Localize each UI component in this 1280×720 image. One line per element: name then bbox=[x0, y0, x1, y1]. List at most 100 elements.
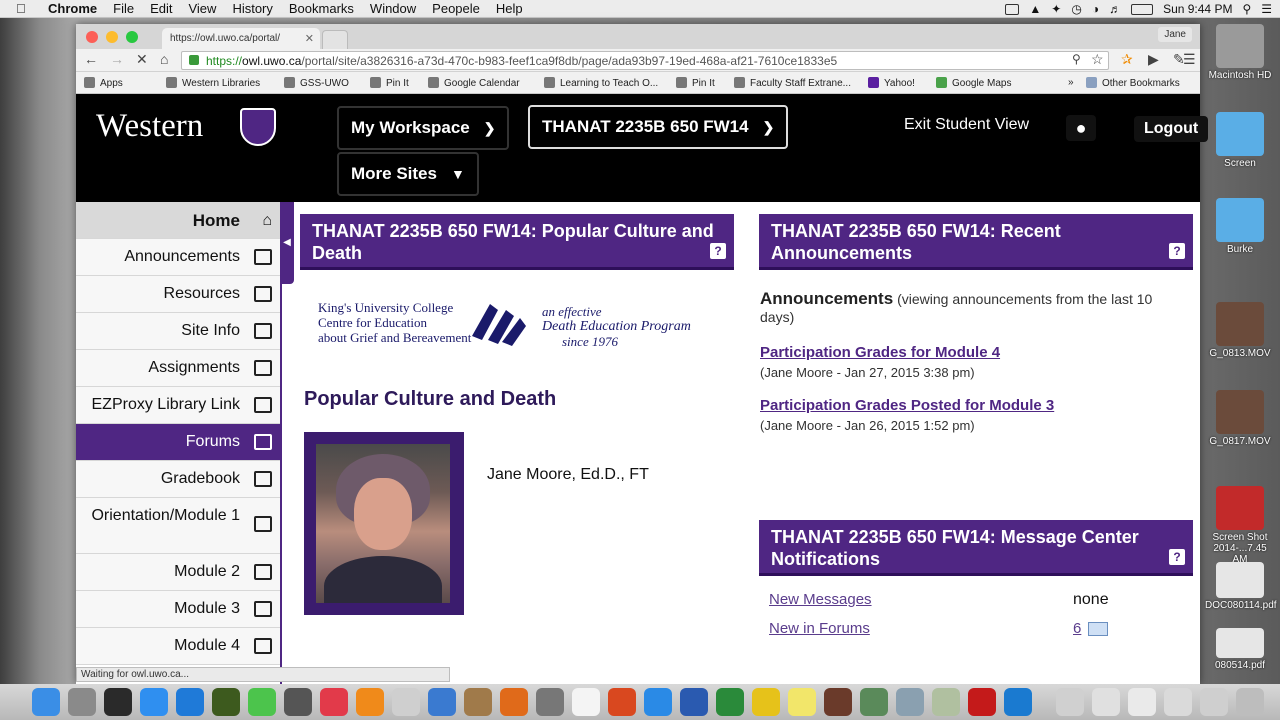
finder-icon[interactable] bbox=[32, 688, 60, 716]
mission-control-icon[interactable] bbox=[104, 688, 132, 716]
bookmark-faculty-staff[interactable]: Faculty Staff Extrane... bbox=[734, 77, 851, 89]
document-stack-icon[interactable] bbox=[1128, 688, 1156, 716]
app-store-icon[interactable] bbox=[140, 688, 168, 716]
western-logo[interactable]: Western bbox=[96, 108, 203, 145]
apple-icon[interactable]:  bbox=[16, 1, 34, 16]
bookmarks-overflow[interactable]: » bbox=[1068, 77, 1074, 88]
search-icon[interactable]: ⚲ bbox=[1072, 52, 1081, 66]
current-site-button[interactable]: THANAT 2235B 650 FW14 ❯ bbox=[528, 105, 789, 149]
menu-help[interactable]: Help bbox=[496, 1, 523, 16]
menu-bookmarks[interactable]: Bookmarks bbox=[289, 1, 354, 16]
menu-view[interactable]: View bbox=[188, 1, 216, 16]
bookmark-other[interactable]: Other Bookmarks bbox=[1086, 77, 1180, 89]
sidebar-item-module-2[interactable]: Module 2 bbox=[76, 554, 280, 591]
display-icon[interactable] bbox=[1005, 3, 1020, 15]
menu-app[interactable]: Chrome bbox=[48, 1, 97, 16]
new-in-forums-link[interactable]: New in Forums bbox=[769, 620, 870, 637]
calendar-icon[interactable] bbox=[572, 688, 600, 716]
sidebar-item-assignments[interactable]: Assignments bbox=[76, 350, 280, 387]
desktop-icon-screenshot[interactable]: Screen Shot 2014-...7.45 AM bbox=[1205, 486, 1275, 565]
logout-button[interactable]: Logout bbox=[1134, 116, 1209, 142]
system-preferences-icon[interactable] bbox=[536, 688, 564, 716]
help-icon[interactable]: ? bbox=[1169, 243, 1185, 259]
desktop-icon-mov1[interactable]: G_0813.MOV bbox=[1205, 302, 1275, 359]
bluetooth-icon[interactable]: ✦ bbox=[1051, 2, 1061, 16]
announcement-link[interactable]: Participation Grades for Module 4 bbox=[760, 344, 1000, 361]
acrobat-icon[interactable] bbox=[968, 688, 996, 716]
sidebar-item-module-4[interactable]: Module 4 bbox=[76, 628, 280, 665]
bookmark-learning-to-teach[interactable]: Learning to Teach O... bbox=[544, 77, 658, 89]
clock[interactable]: Sun 9:44 PM bbox=[1163, 2, 1232, 16]
menu-window[interactable]: Window bbox=[370, 1, 416, 16]
forward-icon[interactable]: → bbox=[110, 51, 124, 67]
menu-edit[interactable]: Edit bbox=[150, 1, 172, 16]
back-icon[interactable]: ← bbox=[84, 51, 98, 67]
sidebar-item-module-3[interactable]: Module 3 bbox=[76, 591, 280, 628]
collapse-sidebar-button[interactable]: ◀ bbox=[280, 202, 294, 284]
bookmark-google-maps[interactable]: Google Maps bbox=[936, 77, 1011, 89]
timemachine-icon[interactable]: ◷ bbox=[1071, 2, 1081, 16]
help-icon[interactable]: ? bbox=[1169, 549, 1185, 565]
sidebar-item-orientation[interactable]: Orientation/Module 1 bbox=[76, 498, 280, 554]
preview-icon[interactable] bbox=[392, 688, 420, 716]
rss-icon[interactable]: ✰ bbox=[1121, 51, 1133, 68]
notification-center-icon[interactable]: ☰ bbox=[1261, 2, 1272, 16]
bookmark-pin-it-2[interactable]: Pin It bbox=[676, 77, 715, 89]
document-stack-icon[interactable] bbox=[1164, 688, 1192, 716]
launchpad-icon[interactable] bbox=[68, 688, 96, 716]
itunes-icon[interactable] bbox=[320, 688, 348, 716]
address-bar[interactable]: https://owl.uwo.ca/portal/site/a3826316-… bbox=[181, 51, 1109, 70]
bookmark-pin-it[interactable]: Pin It bbox=[370, 77, 409, 89]
stop-icon[interactable]: ✕ bbox=[136, 51, 148, 68]
sidebar-item-home[interactable]: Home ⌂ bbox=[76, 202, 280, 239]
bell-icon[interactable]: ▲ bbox=[1029, 2, 1041, 16]
exit-student-view-link[interactable]: Exit Student View bbox=[904, 116, 1029, 134]
ibooks-icon[interactable] bbox=[356, 688, 384, 716]
announcement-link[interactable]: Participation Grades Posted for Module 3 bbox=[760, 397, 1054, 414]
trash-icon[interactable] bbox=[1236, 688, 1264, 716]
messages-icon[interactable] bbox=[248, 688, 276, 716]
keynote-icon[interactable] bbox=[428, 688, 456, 716]
image-capture-icon[interactable] bbox=[896, 688, 924, 716]
excel-icon[interactable] bbox=[716, 688, 744, 716]
bookmark-gss-uwo[interactable]: GSS-UWO bbox=[284, 77, 349, 89]
home-icon[interactable]: ⌂ bbox=[160, 51, 168, 67]
sidebar-item-ezproxy[interactable]: EZProxy Library Link bbox=[76, 387, 280, 424]
desktop-icon-burke[interactable]: Burke bbox=[1205, 198, 1275, 255]
desktop-icon-mov2[interactable]: G_0817.MOV bbox=[1205, 390, 1275, 447]
profile-button[interactable]: Jane bbox=[1158, 27, 1192, 42]
firefox-icon[interactable] bbox=[500, 688, 528, 716]
iphoto-icon[interactable] bbox=[860, 688, 888, 716]
close-window-icon[interactable] bbox=[86, 31, 98, 43]
zoom-window-icon[interactable] bbox=[126, 31, 138, 43]
sidebar-item-forums[interactable]: Forums bbox=[76, 424, 280, 461]
battery-icon[interactable] bbox=[1131, 3, 1154, 15]
bookmark-western-libraries[interactable]: Western Libraries bbox=[166, 77, 260, 89]
minimize-window-icon[interactable] bbox=[106, 31, 118, 43]
new-messages-link[interactable]: New Messages bbox=[769, 591, 872, 608]
sidebar-item-resources[interactable]: Resources bbox=[76, 276, 280, 313]
chrome-icon[interactable] bbox=[752, 688, 780, 716]
new-tab-button[interactable] bbox=[322, 30, 348, 49]
volume-icon[interactable]: ♬ bbox=[1109, 2, 1121, 16]
safari-icon[interactable] bbox=[176, 688, 204, 716]
photo-booth-icon[interactable] bbox=[824, 688, 852, 716]
new-in-forums-count[interactable]: 6 bbox=[1073, 620, 1081, 637]
envelope-icon[interactable] bbox=[1088, 622, 1108, 636]
sidebar-item-gradebook[interactable]: Gradebook bbox=[76, 461, 280, 498]
more-sites-button[interactable]: More Sites ▼ bbox=[337, 152, 479, 196]
tab-owl[interactable]: https://owl.uwo.ca/portal/ ✕ bbox=[162, 28, 320, 49]
menu-file[interactable]: File bbox=[113, 1, 134, 16]
skype-icon[interactable] bbox=[644, 688, 672, 716]
teamviewer-icon[interactable] bbox=[1004, 688, 1032, 716]
powerpoint-icon[interactable] bbox=[608, 688, 636, 716]
desktop-icon-pdf1[interactable]: DOC080114.pdf bbox=[1205, 562, 1277, 611]
stickies-icon[interactable] bbox=[788, 688, 816, 716]
sidebar-item-site-info[interactable]: Site Info bbox=[76, 313, 280, 350]
photos-folder-icon[interactable] bbox=[932, 688, 960, 716]
document-stack-icon[interactable] bbox=[1092, 688, 1120, 716]
bookmark-yahoo[interactable]: Yahoo! bbox=[868, 77, 915, 89]
workspace-button[interactable]: My Workspace ❯ bbox=[337, 106, 510, 150]
play-extension-icon[interactable]: ▶ bbox=[1148, 51, 1159, 68]
document-stack-icon[interactable] bbox=[1056, 688, 1084, 716]
